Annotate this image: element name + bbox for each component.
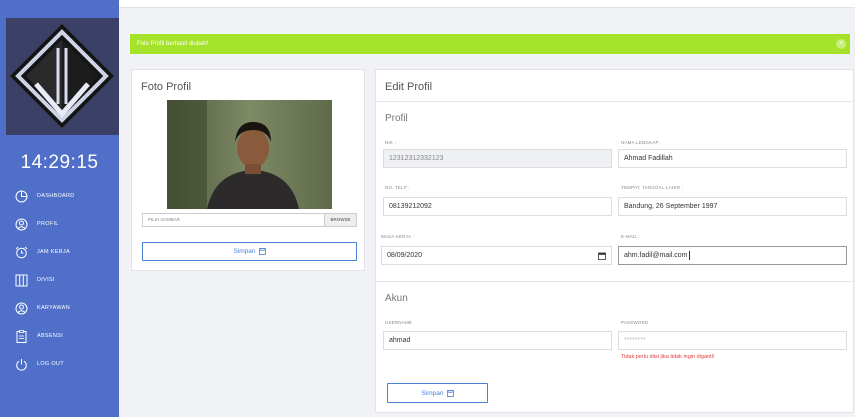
nav-label: DASHBOARD (37, 193, 75, 199)
nav-item-absensi[interactable]: ABSENSI (14, 327, 63, 345)
pie-chart-icon (14, 189, 28, 203)
masa-kerja-label: MASA KERJA : (381, 234, 414, 239)
alarm-icon (14, 245, 28, 259)
profile-photo (167, 100, 332, 209)
ttl-label: TEMPAT, TANGGAL LAHIR : (621, 185, 684, 190)
edit-profile-card: Edit Profil Profil NIK : 12312312332123 … (375, 69, 854, 413)
file-placeholder[interactable]: PILIH GAMBAR (143, 214, 324, 226)
nav-label: JAM KERJA (37, 249, 70, 255)
clipboard-icon (14, 329, 28, 343)
save-profile-button[interactable]: Simpan (387, 383, 488, 403)
nik-field: 12312312332123 (383, 149, 612, 168)
section-profil-title: Profil (385, 113, 408, 124)
success-alert: Foto Profil berhasil diubah! × (130, 34, 850, 54)
divider (376, 281, 853, 282)
top-bar (119, 0, 855, 8)
nav-item-karyawan[interactable]: KARYAWAN (14, 299, 70, 317)
ttl-field[interactable]: Bandung, 26 September 1997 (618, 197, 847, 216)
nav-item-dashboard[interactable]: DASHBOARD (14, 187, 75, 205)
nav-label: DIVISI (37, 277, 55, 283)
calendar-icon[interactable] (598, 252, 606, 262)
divider (376, 101, 853, 102)
nav-label: KARYAWAN (37, 305, 70, 311)
nama-field[interactable]: Ahmad Fadillah (618, 149, 847, 168)
power-icon (14, 357, 28, 371)
email-label: E-MAIL : (621, 234, 640, 239)
password-placeholder: ******** (624, 337, 646, 344)
password-field[interactable]: ******** (618, 331, 847, 350)
card-title: Foto Profil (141, 81, 192, 93)
save-photo-button[interactable]: Simpan (142, 242, 357, 261)
nav-item-divisi[interactable]: DIVISI (14, 271, 55, 289)
save-label: Simpan (233, 248, 256, 255)
alert-message: Foto Profil berhasil diubah! (137, 41, 209, 47)
nav-label: ABSENSI (37, 333, 63, 339)
section-akun-title: Akun (385, 293, 408, 304)
username-label: USERNAME (385, 320, 413, 325)
app-logo[interactable] (6, 18, 119, 135)
nav-item-jam-kerja[interactable]: JAM KERJA (14, 243, 70, 261)
nik-label: NIK : (385, 140, 397, 145)
password-label: PASSWORD (621, 320, 649, 325)
clock: 14:29:15 (20, 152, 99, 173)
password-hint: Tidak perlu diisi jika tidak ingin digan… (621, 354, 715, 360)
nav-label: LOG OUT (37, 361, 64, 367)
telp-field[interactable]: 08139212092 (383, 197, 612, 216)
nama-label: NAMA LENGKAP : (621, 140, 662, 145)
telp-label: NO. TELP : (385, 185, 410, 190)
user-icon (14, 217, 28, 231)
nav-item-profil[interactable]: PROFIL (14, 215, 59, 233)
sidebar: 14:29:15 DASHBOARD PROFIL JAM KERJA DIVI… (0, 0, 119, 417)
save-label: Simpan (421, 389, 444, 397)
close-icon[interactable]: × (836, 39, 846, 49)
floppy-icon (258, 248, 266, 255)
columns-icon (14, 273, 28, 287)
nav-label: PROFIL (37, 221, 59, 227)
masa-kerja-value: 08/09/2020 (387, 252, 423, 259)
email-field[interactable]: ahm.fadil@mail.com (618, 246, 847, 265)
floppy-icon (446, 389, 454, 397)
nav-item-logout[interactable]: LOG OUT (14, 355, 64, 373)
text-caret (688, 251, 690, 260)
card-title: Edit Profil (385, 81, 433, 93)
file-picker[interactable]: PILIH GAMBAR BROWSE (142, 213, 357, 227)
email-value: ahm.fadil@mail.com (624, 252, 688, 259)
masa-kerja-field[interactable]: 08/09/2020 (381, 246, 612, 265)
browse-button[interactable]: BROWSE (324, 214, 356, 226)
username-field[interactable]: ahmad (383, 331, 612, 350)
photo-profile-card: Foto Profil PILIH GAMBAR BROWSE Simpan (131, 69, 365, 271)
users-icon (14, 301, 28, 315)
